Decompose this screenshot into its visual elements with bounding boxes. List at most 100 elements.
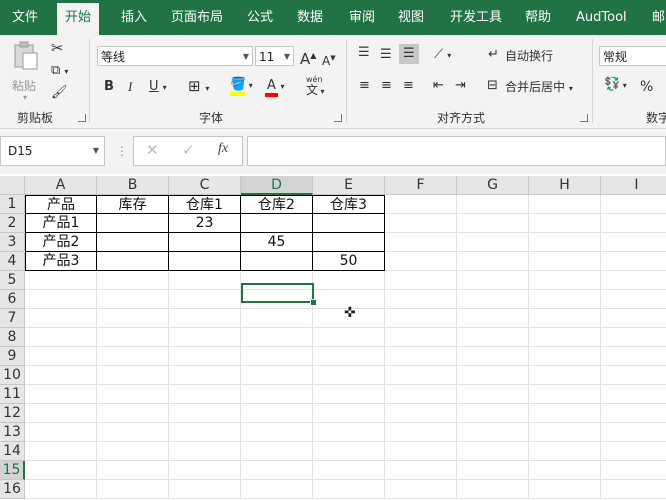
cell-i10[interactable] [601,366,666,385]
cell-h8[interactable] [529,328,601,347]
cell-i6[interactable] [601,290,666,309]
cell-i12[interactable] [601,404,666,423]
cell-e12[interactable] [313,404,385,423]
cell-e2[interactable] [312,213,385,233]
cell-d4[interactable] [240,251,313,271]
cell-i1[interactable] [601,195,666,214]
cell-h14[interactable] [529,442,601,461]
cell-h2[interactable] [529,214,601,233]
cell-c13[interactable] [169,423,241,442]
cell-g7[interactable] [457,309,529,328]
row-header-15[interactable]: 15 [0,461,25,480]
cell-d9[interactable] [241,347,313,366]
cell-i3[interactable] [601,233,666,252]
cell-b8[interactable] [97,328,169,347]
cell-b1[interactable]: 库存 [96,195,169,214]
cell-c6[interactable] [169,290,241,309]
cell-d16[interactable] [241,480,313,499]
cell-a10[interactable] [25,366,97,385]
cell-i16[interactable] [601,480,666,499]
format-painter-icon[interactable]: 🖌 [51,85,68,101]
cell-b16[interactable] [97,480,169,499]
wrap-text-icon[interactable]: ↵ [488,47,499,63]
cell-f13[interactable] [385,423,457,442]
row-header-2[interactable]: 2 [0,214,25,233]
phonetic-icon[interactable]: wén 文 ▾ [306,75,325,97]
cell-f1[interactable] [385,195,457,214]
cell-c5[interactable] [169,271,241,290]
cell-d13[interactable] [241,423,313,442]
cell-c3[interactable] [168,232,241,252]
row-header-4[interactable]: 4 [0,252,25,271]
accounting-format-icon[interactable]: 💱 ▾ [604,77,627,94]
column-header-f[interactable]: F [385,176,457,195]
row-header-13[interactable]: 13 [0,423,25,442]
column-header-g[interactable]: G [457,176,529,195]
cell-e1[interactable]: 仓库3 [312,195,385,214]
tab-file[interactable]: 文件 [12,0,38,35]
tab-formulas[interactable]: 公式 [247,0,273,35]
cell-g13[interactable] [457,423,529,442]
tab-developer[interactable]: 开发工具 [450,0,502,35]
cell-g12[interactable] [457,404,529,423]
row-header-6[interactable]: 6 [0,290,25,309]
row-header-12[interactable]: 12 [0,404,25,423]
cell-b4[interactable] [96,251,169,271]
tab-data[interactable]: 数据 [297,0,323,35]
cell-h6[interactable] [529,290,601,309]
cell-g9[interactable] [457,347,529,366]
decrease-indent-icon[interactable]: ⇤ [433,78,444,94]
cell-a6[interactable] [25,290,97,309]
cell-b11[interactable] [97,385,169,404]
cell-h5[interactable] [529,271,601,290]
fill-handle[interactable] [310,299,317,306]
cell-d12[interactable] [241,404,313,423]
cell-a8[interactable] [25,328,97,347]
cell-f8[interactable] [385,328,457,347]
merge-center-icon[interactable]: ⊟ [487,78,498,94]
cell-d7[interactable] [241,309,313,328]
cell-i4[interactable] [601,252,666,271]
cell-b10[interactable] [97,366,169,385]
cancel-icon[interactable]: ✕ [146,141,159,159]
cell-c11[interactable] [169,385,241,404]
cell-g10[interactable] [457,366,529,385]
cell-d3[interactable]: 45 [240,232,313,252]
cell-f2[interactable] [385,214,457,233]
cell-c1[interactable]: 仓库1 [168,195,241,214]
tab-page-layout[interactable]: 页面布局 [171,0,223,35]
cell-e5[interactable] [313,271,385,290]
column-header-b[interactable]: B [97,176,169,195]
cell-i7[interactable] [601,309,666,328]
clipboard-launcher-icon[interactable] [78,114,86,122]
tab-mail[interactable]: 邮 [652,0,665,35]
row-header-3[interactable]: 3 [0,233,25,252]
tab-help[interactable]: 帮助 [525,0,551,35]
cell-b3[interactable] [96,232,169,252]
row-header-8[interactable]: 8 [0,328,25,347]
cell-a7[interactable] [25,309,97,328]
row-header-10[interactable]: 10 [0,366,25,385]
cell-g8[interactable] [457,328,529,347]
column-header-d[interactable]: D [241,176,313,195]
cell-e3[interactable] [312,232,385,252]
cell-a2[interactable]: 产品1 [25,213,97,233]
cell-b13[interactable] [97,423,169,442]
cell-a1[interactable]: 产品 [25,195,97,214]
font-size-select[interactable]: 11 ▼ [255,46,294,66]
cell-h12[interactable] [529,404,601,423]
select-all-corner[interactable] [0,176,25,195]
cell-f11[interactable] [385,385,457,404]
cell-a5[interactable] [25,271,97,290]
cell-g15[interactable] [457,461,529,480]
align-right-icon[interactable]: ≡ [403,78,414,94]
cell-f9[interactable] [385,347,457,366]
row-header-5[interactable]: 5 [0,271,25,290]
cell-g5[interactable] [457,271,529,290]
row-header-7[interactable]: 7 [0,309,25,328]
align-top-icon[interactable]: ☰ [358,45,370,61]
cell-d15[interactable] [241,461,313,480]
cell-f6[interactable] [385,290,457,309]
cell-d10[interactable] [241,366,313,385]
copy-icon[interactable]: ⧉ ▾ [51,63,68,80]
